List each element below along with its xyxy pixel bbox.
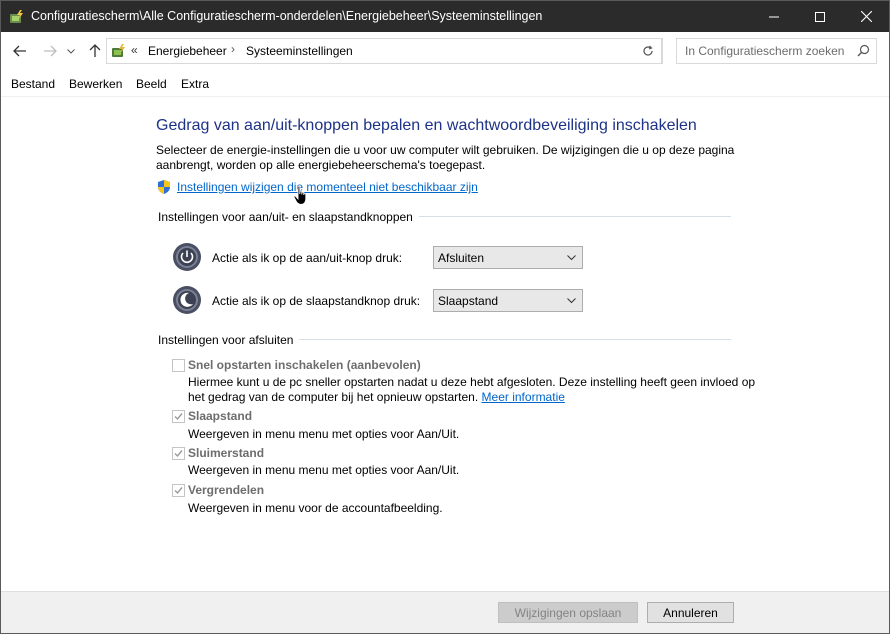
title-bar: Configuratiescherm\Alle Configuratiesche…	[1, 1, 889, 32]
hand-cursor-icon	[293, 185, 309, 210]
up-arrow-icon	[89, 44, 101, 57]
power-options-icon	[110, 42, 128, 60]
power-options-icon	[8, 8, 26, 26]
back-arrow-icon	[13, 45, 26, 57]
change-unavailable-settings-link[interactable]: Instellingen wijzigen die momenteel niet…	[177, 180, 478, 194]
hibernate-checkbox[interactable]	[172, 447, 185, 460]
fast-startup-label: Snel opstarten inschakelen (aanbevolen)	[188, 358, 421, 372]
more-info-link[interactable]: Meer informatie	[482, 390, 565, 404]
button-bar: Wijzigingen opslaan Annuleren	[1, 591, 889, 633]
power-button-icon	[172, 242, 202, 272]
close-button[interactable]	[843, 1, 889, 32]
breadcrumb-energiebeheer[interactable]: Energiebeheer	[148, 44, 227, 58]
back-button[interactable]	[11, 42, 29, 60]
checkmark-icon	[174, 450, 183, 458]
maximize-button[interactable]	[797, 1, 843, 32]
hibernate-label: Sluimerstand	[188, 446, 265, 460]
chevron-down-icon	[67, 48, 75, 54]
recent-locations-button[interactable]	[65, 42, 77, 60]
breadcrumb-separator[interactable]: ›	[231, 42, 235, 56]
save-changes-button[interactable]: Wijzigingen opslaan	[498, 602, 638, 623]
sleep-button-icon	[172, 285, 202, 315]
navigation-bar: « Energiebeheer › Systeeminstellingen	[1, 32, 889, 70]
address-bar[interactable]: « Energiebeheer › Systeeminstellingen	[106, 38, 663, 64]
sleep-label: Slaapstand	[188, 409, 253, 423]
sleep-description: Weergeven in menu menu met opties voor A…	[188, 427, 460, 441]
search-input[interactable]	[677, 39, 855, 63]
menu-beeld[interactable]: Beeld	[136, 77, 167, 91]
lock-description: Weergeven in menu voor de accountafbeeld…	[188, 501, 443, 515]
page-title: Gedrag van aan/uit-knoppen bepalen en wa…	[156, 117, 697, 134]
power-buttons-section-title: Instellingen voor aan/uit- en slaapstand…	[158, 210, 413, 224]
shutdown-section-title: Instellingen voor afsluiten	[158, 333, 294, 347]
power-button-action-value: Afsluiten	[438, 251, 485, 265]
section-divider	[299, 339, 731, 340]
power-button-action-label: Actie als ik op de aan/uit-knop druk:	[212, 251, 403, 265]
window-title: Configuratiescherm\Alle Configuratiesche…	[31, 9, 543, 23]
search-box[interactable]	[676, 38, 877, 64]
fast-startup-description-text: Hiermee kunt u de pc sneller opstarten n…	[188, 375, 756, 404]
checkmark-icon	[174, 413, 183, 421]
menu-bestand[interactable]: Bestand	[11, 77, 55, 91]
chevron-down-icon	[567, 298, 576, 304]
menu-divider	[1, 96, 889, 97]
lock-checkbox[interactable]	[172, 484, 185, 497]
forward-button[interactable]	[41, 42, 59, 60]
forward-arrow-icon	[44, 45, 57, 57]
minimize-icon	[769, 16, 779, 17]
sleep-button-action-value: Slaapstand	[438, 294, 499, 308]
uac-shield-icon	[156, 179, 172, 195]
menu-bar: Bestand Bewerken Beeld Extra	[1, 72, 889, 96]
power-button-action-select[interactable]: Afsluiten	[433, 246, 583, 269]
search-icon[interactable]	[857, 44, 870, 60]
close-icon	[860, 11, 872, 22]
fast-startup-checkbox[interactable]	[172, 359, 185, 372]
menu-bewerken[interactable]: Bewerken	[69, 77, 122, 91]
maximize-icon	[815, 11, 825, 22]
chevron-down-icon	[567, 255, 576, 261]
checkmark-icon	[174, 487, 183, 495]
section-divider	[419, 216, 731, 217]
minimize-button[interactable]	[751, 1, 797, 32]
control-panel-window: Configuratiescherm\Alle Configuratiesche…	[0, 0, 890, 634]
refresh-icon	[643, 45, 653, 56]
hibernate-description: Weergeven in menu menu met opties voor A…	[188, 463, 460, 477]
fast-startup-description: Hiermee kunt u de pc sneller opstarten n…	[188, 375, 768, 405]
sleep-checkbox[interactable]	[172, 410, 185, 423]
address-overflow-chevron[interactable]: «	[131, 43, 138, 57]
breadcrumb-systeeminstellingen[interactable]: Systeeminstellingen	[246, 44, 353, 58]
refresh-button[interactable]	[635, 38, 662, 64]
up-button[interactable]	[86, 42, 104, 60]
menu-extra[interactable]: Extra	[181, 77, 209, 91]
cancel-button[interactable]: Annuleren	[647, 602, 734, 623]
sleep-button-action-select[interactable]: Slaapstand	[433, 289, 583, 312]
lock-label: Vergrendelen	[188, 483, 265, 497]
sleep-button-action-label: Actie als ik op de slaapstandknop druk:	[212, 294, 421, 308]
intro-text: Selecteer de energie-instellingen die u …	[156, 143, 735, 172]
